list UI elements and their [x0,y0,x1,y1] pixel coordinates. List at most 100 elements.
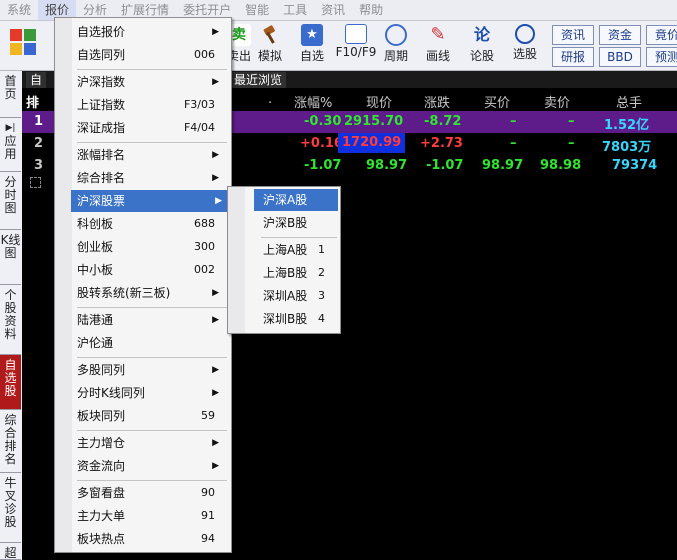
f10-icon [345,24,367,44]
row-index: 1 [34,114,44,129]
col-change[interactable]: 涨跌 [424,92,450,111]
menu-item-sh-index[interactable]: 上证指数 F3/03 [77,94,227,116]
menu-item-chinext[interactable]: 创业板 300 [77,236,227,258]
color-grid-icon [10,29,36,55]
menu-item-sz-index[interactable]: 深证成指 F4/04 [77,117,227,139]
toolbar-draw-label: 画线 [425,49,450,63]
discuss-icon: 论 [473,25,490,44]
col-price[interactable]: 现价 [366,92,392,111]
toolbar-draw[interactable]: ✎ 画线 [420,24,456,64]
toolbar-discuss[interactable]: 论 论股 [466,24,498,64]
funds-button[interactable]: 资金 [599,25,641,45]
toolbar-simulate-label: 模拟 [257,49,282,63]
toolbar-watchlist-label: 自选 [299,49,324,63]
menu-item-stock-connect[interactable]: 陆港通 ▶ [77,309,227,331]
col-dot: . [268,92,273,107]
row-price: 1720.99 [338,133,406,153]
row-volume: 79374 [612,158,658,173]
collapse-box-icon[interactable] [30,177,41,188]
submenu-item-sh-sz-a[interactable]: 沪深A股 [254,189,338,211]
sidebar-apps-label: 应用 [4,134,17,161]
sidebar-ranking[interactable]: 综合排名 [0,410,21,473]
sidebar-more[interactable]: 超 [0,543,21,560]
col-ask[interactable]: 卖价 [544,92,570,111]
row-bid: 98.97 [482,158,524,173]
menu-help[interactable]: 帮助 [352,0,390,20]
sidebar-diagnose[interactable]: 牛叉诊股 [0,473,21,543]
menu-item-sector-column[interactable]: 板块同列 59 [77,405,227,427]
menu-tools[interactable]: 工具 [276,0,314,20]
research-button[interactable]: 研报 [552,47,594,67]
menu-item-sh-sz-stocks[interactable]: 沪深股票 ▶ [71,190,230,212]
submenu-item-sh-b[interactable]: 上海B股 2 [263,262,339,284]
col-pct[interactable]: 涨幅% [294,92,332,111]
menu-item-watchlist-column[interactable]: 自选同列 006 [77,44,227,66]
sidebar-kline[interactable]: K线图 [0,230,21,285]
row-ask: – [568,136,575,151]
col-bid[interactable]: 买价 [484,92,510,111]
toolbar-simulate[interactable]: 模拟 [256,24,284,64]
submenu-arrow-icon: ▶ [212,77,219,87]
tab-recent[interactable]: 最近浏览 [230,72,287,88]
menu-system[interactable]: 系统 [0,0,38,20]
toolbar-watchlist[interactable]: ★ 自选 [292,24,332,64]
menu-item-big-orders[interactable]: 主力大单 91 [77,505,227,527]
menu-item-star-market[interactable]: 科创板 688 [77,213,227,235]
toolbar-f10-label: F10/F9 [335,45,377,59]
news-button[interactable]: 资讯 [552,25,594,45]
quote-dropdown-menu: 自选报价 ▶ 自选同列 006 沪深指数 ▶ 上证指数 F3/03 深证成指 F4/04 … [54,17,232,553]
sidebar-home[interactable]: 首页 [0,71,21,118]
submenu-arrow-icon: ▶ [212,315,219,325]
col-rank[interactable]: 排 [26,92,39,111]
toolbar-screener[interactable]: 选股 [506,24,544,62]
submenu-item-sz-a[interactable]: 深圳A股 3 [263,285,339,307]
menu-item-composite-ranking[interactable]: 综合排名 ▶ [77,167,227,189]
toolbar-f10[interactable]: F10/F9 [334,24,378,59]
sidebar-profile[interactable]: 个股资料 [0,285,21,355]
submenu-arrow-icon: ▶ [212,288,219,298]
row-volume: 7803万 [602,140,652,155]
row-bid: – [510,136,517,151]
row-change: -8.72 [424,114,462,129]
menu-item-multi-stock[interactable]: 多股同列 ▶ [77,359,227,381]
row-change: +2.73 [420,136,463,151]
gavel-icon [259,24,281,46]
color-grid-button[interactable] [10,29,36,55]
bbd-button[interactable]: BBD [599,47,641,67]
row-index: 2 [34,136,44,151]
menu-item-neeq[interactable]: 股转系统(新三板) ▶ [77,282,227,304]
submenu-arrow-icon: ▶ [212,173,219,183]
row-bid: – [510,114,517,129]
submenu-arrow-icon: ▶ [215,196,222,206]
row-price: 98.97 [366,158,408,173]
sh-sz-stocks-submenu: 沪深A股 沪深B股 上海A股 1 上海B股 2 深圳A股 3 深圳B股 4 [227,186,341,334]
submenu-item-sh-a[interactable]: 上海A股 1 [263,239,339,261]
sidebar-apps[interactable]: ▶| 应用 [0,118,21,172]
row-index: 3 [34,158,44,173]
menu-item-sh-london-connect[interactable]: 沪伦通 [77,332,227,354]
clock-icon [385,24,407,46]
row-pct: +0.16 [300,136,343,151]
menu-smart[interactable]: 智能 [238,0,276,20]
menu-news[interactable]: 资讯 [314,0,352,20]
menu-item-multi-window[interactable]: 多窗看盘 90 [77,482,227,504]
menu-item-main-increase[interactable]: 主力增仓 ▶ [77,432,227,454]
menu-item-fund-flow[interactable]: 资金流向 ▶ [77,455,227,477]
submenu-item-sh-sz-b[interactable]: 沪深B股 [263,212,339,234]
sidebar-intraday[interactable]: 分时图 [0,172,21,230]
col-volume[interactable]: 总手 [616,92,642,111]
menu-item-sme-board[interactable]: 中小板 002 [77,259,227,281]
menu-item-watchlist-quotes[interactable]: 自选报价 ▶ [77,21,227,43]
sidebar-watchlist[interactable]: 自选股 [0,355,21,410]
submenu-item-sz-b[interactable]: 深圳B股 4 [263,308,339,330]
auction-button[interactable]: 竟价 [646,25,677,45]
menu-item-sector-hotspot[interactable]: 板块热点 94 [77,528,227,550]
menu-item-gain-ranking[interactable]: 涨幅排名 ▶ [77,144,227,166]
menu-item-index[interactable]: 沪深指数 ▶ [77,71,227,93]
forecast-button[interactable]: 预测 [646,47,677,67]
star-folder-icon: ★ [301,24,323,46]
toolbar-period-label: 周期 [383,49,408,63]
toolbar-period[interactable]: 周期 [378,24,414,64]
menu-item-intraday-kline[interactable]: 分时K线同列 ▶ [77,382,227,404]
tab-watchlist[interactable]: 自 [26,72,47,88]
